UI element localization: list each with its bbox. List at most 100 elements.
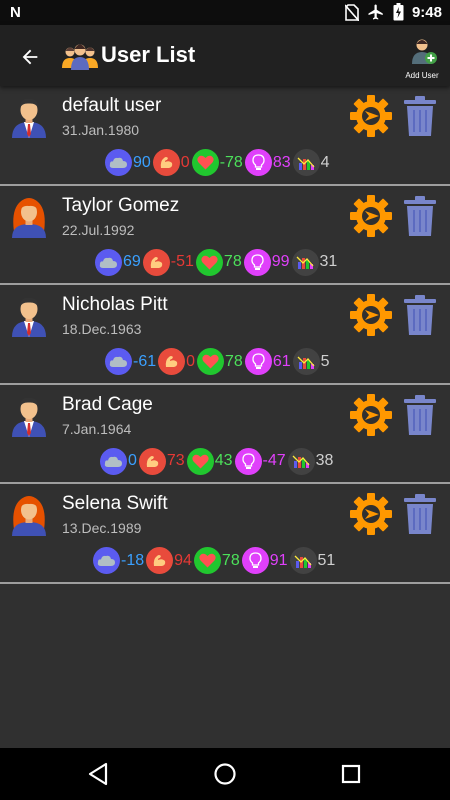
heart-icon: [193, 547, 221, 574]
settings-gear-icon[interactable]: [349, 94, 393, 138]
add-user-button[interactable]: Add User: [405, 37, 442, 80]
total-value: 5: [320, 352, 330, 370]
strength-stat: 0: [152, 149, 190, 176]
health-value: 78: [223, 253, 242, 270]
stats-bar: 69 -51 78 99 31: [95, 248, 339, 276]
delete-trash-icon[interactable]: [404, 494, 436, 534]
bar-chart-icon: [289, 547, 317, 574]
user-name: default user: [62, 95, 162, 116]
male-avatar-icon: [12, 297, 46, 337]
idea-value: 99: [271, 253, 290, 270]
idea-stat: 61: [244, 348, 291, 375]
sleep-stat: 90: [105, 149, 151, 176]
sleep-cloud-icon: [93, 547, 120, 574]
total-value: 51: [317, 551, 336, 569]
health-stat: 78: [193, 547, 240, 574]
stats-bar: 90 0 -78 83 4: [105, 149, 332, 176]
airplane-mode-icon: [368, 4, 383, 20]
strength-value: 0: [186, 352, 196, 370]
nav-home-icon[interactable]: [212, 761, 238, 787]
sleep-value: 90: [133, 153, 151, 171]
stats-bar: -61 0 78 61 5: [105, 348, 332, 375]
health-stat: 78: [197, 348, 243, 375]
settings-gear-icon[interactable]: [349, 194, 393, 238]
bar-chart-icon: [292, 348, 320, 375]
list-item[interactable]: Brad Cage 7.Jan.1964 0 73 43 -47 38: [0, 385, 450, 484]
delete-trash-icon[interactable]: [404, 394, 436, 435]
strength-stat: -51: [142, 248, 194, 276]
page-title: User List: [101, 42, 196, 67]
idea-value: 91: [269, 551, 288, 569]
user-birthdate: 18.Dec.1963: [62, 321, 142, 337]
add-user-label: Add User: [405, 71, 439, 80]
heart-icon: [186, 447, 214, 475]
user-birthdate: 31.Jan.1980: [62, 122, 140, 138]
sleep-cloud-icon: [105, 348, 132, 375]
sleep-value: 0: [128, 452, 137, 469]
flexed-arm-icon: [138, 447, 166, 475]
idea-stat: -47: [234, 447, 286, 475]
sleep-cloud-icon: [100, 447, 127, 475]
lightbulb-icon: [244, 348, 272, 375]
lightbulb-icon: [241, 547, 269, 574]
sleep-stat: -61: [105, 348, 156, 375]
notification-n-icon: N: [10, 4, 21, 21]
lightbulb-icon: [244, 149, 272, 176]
settings-gear-icon[interactable]: [349, 393, 393, 437]
female-avatar-icon: [12, 496, 46, 536]
sleep-value: -61: [133, 352, 157, 370]
strength-value: 94: [174, 551, 192, 569]
idea-stat: 99: [243, 248, 290, 276]
sleep-value: 69: [123, 253, 141, 270]
flexed-arm-icon: [152, 149, 180, 176]
stats-bar: 0 73 43 -47 38: [100, 447, 335, 475]
strength-stat: 0: [158, 348, 195, 375]
user-birthdate: 7.Jan.1964: [62, 420, 132, 437]
add-user-icon: [412, 39, 437, 64]
sleep-stat: 0: [100, 447, 137, 475]
total-value: 31: [319, 253, 338, 270]
nav-recents-icon[interactable]: [338, 761, 364, 787]
total-stat: 51: [289, 547, 336, 574]
health-value: 43: [214, 452, 233, 469]
status-time: 9:48: [411, 3, 442, 21]
settings-gear-icon[interactable]: [349, 492, 393, 536]
user-list: default user 31.Jan.1980 90 0 -78 83 4 T…: [0, 86, 450, 584]
delete-trash-icon[interactable]: [404, 295, 436, 335]
list-item[interactable]: Nicholas Pitt 18.Dec.1963 -61 0 78 61 5: [0, 285, 450, 385]
delete-trash-icon[interactable]: [404, 96, 436, 136]
list-item[interactable]: Taylor Gomez 22.Jul.1992 69 -51 78 99 31: [0, 186, 450, 285]
user-birthdate: 22.Jul.1992: [62, 221, 135, 238]
nav-back-icon[interactable]: [86, 761, 112, 787]
user-name: Taylor Gomez: [62, 194, 180, 216]
male-avatar-icon: [12, 98, 46, 138]
health-stat: 78: [195, 248, 242, 276]
sleep-cloud-icon: [95, 248, 122, 276]
user-birthdate: 13.Dec.1989: [62, 520, 142, 536]
flexed-arm-icon: [146, 547, 174, 574]
list-item[interactable]: Selena Swift 13.Dec.1989 -18 94 78 91 51: [0, 484, 450, 584]
health-stat: -78: [191, 149, 243, 176]
delete-trash-icon[interactable]: [404, 195, 436, 236]
strength-stat: 73: [138, 447, 185, 475]
app-bar: User List Add User: [0, 25, 450, 86]
total-stat: 31: [291, 248, 338, 276]
idea-value: 83: [272, 153, 291, 171]
back-button[interactable]: [12, 39, 48, 75]
sleep-value: -18: [121, 551, 145, 569]
strength-value: 73: [166, 452, 185, 469]
settings-gear-icon[interactable]: [349, 293, 393, 337]
female-avatar-icon: [12, 197, 46, 238]
user-name: Nicholas Pitt: [62, 294, 168, 315]
arrow-back-icon: [22, 49, 38, 65]
health-value: 78: [225, 352, 243, 370]
status-bar: N 9:48: [0, 0, 450, 25]
flexed-arm-icon: [142, 248, 170, 276]
bar-chart-icon: [291, 248, 319, 276]
heart-icon: [197, 348, 225, 375]
lightbulb-icon: [234, 447, 262, 475]
no-sim-icon: [344, 3, 359, 21]
user-name: Brad Cage: [62, 393, 153, 415]
idea-stat: 83: [244, 149, 291, 176]
list-item[interactable]: default user 31.Jan.1980 90 0 -78 83 4: [0, 86, 450, 186]
